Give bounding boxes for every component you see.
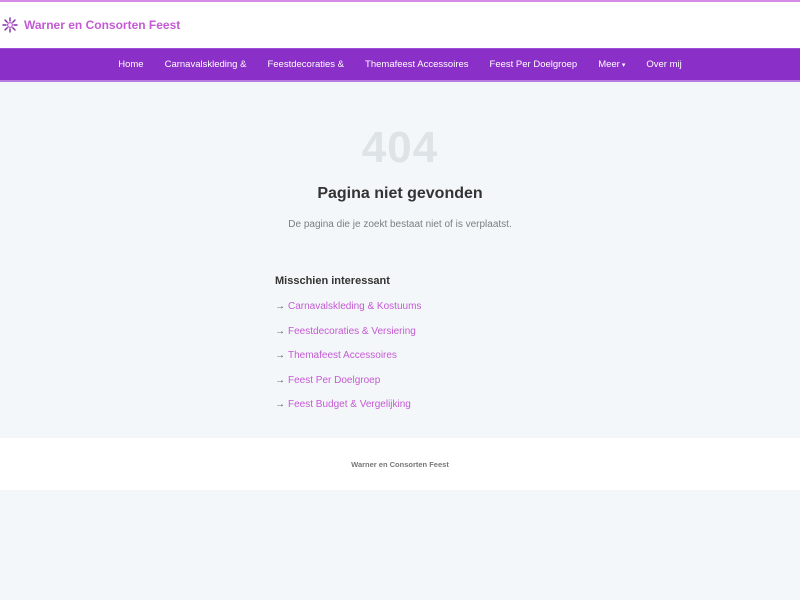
site-header: Warner en Consorten Feest — [0, 2, 800, 48]
sun-sparkle-icon — [2, 17, 18, 33]
site-footer: Warner en Consorten Feest — [0, 438, 800, 490]
brand-link[interactable]: Warner en Consorten Feest — [2, 17, 180, 33]
main-content: 404 Pagina niet gevonden De pagina die j… — [0, 83, 800, 438]
suggestion-link-feest-budget[interactable]: Feest Budget & Vergelijking — [288, 399, 411, 410]
suggestion-link-feest-per-doelgroep[interactable]: Feest Per Doelgroep — [288, 375, 380, 386]
arrow-right-icon: → — [275, 399, 285, 410]
suggestions-list: → Carnavalskleding & Kostuums → Feestdecor… — [275, 301, 535, 424]
list-item: → Feest Budget & Vergelijking — [275, 399, 535, 424]
suggestion-link-themafeest-accessoires[interactable]: Themafeest Accessoires — [288, 350, 397, 361]
suggestions-heading: Misschien interessant — [275, 275, 390, 287]
footer-text: Warner en Consorten Feest — [351, 459, 449, 469]
nav-item-over-mij[interactable]: Over mij — [636, 59, 692, 70]
chevron-down-icon: ▾ — [621, 62, 626, 69]
suggestion-link-feestdecoraties[interactable]: Feestdecoraties & Versiering — [288, 326, 416, 337]
page-title: Pagina niet gevonden — [317, 185, 483, 202]
error-code: 404 — [361, 123, 439, 172]
suggestion-link-carnavalskleding[interactable]: Carnavalskleding & Kostuums — [288, 301, 421, 312]
nav-item-meer-label: Meer — [598, 59, 620, 70]
suggestions-section: Misschien interessant → Carnavalskleding … — [275, 275, 535, 424]
nav-item-meer-dropdown[interactable]: Meer ▾ — [588, 59, 636, 70]
arrow-right-icon: → — [275, 325, 285, 337]
list-item: → Feestdecoraties & Versiering — [275, 326, 535, 351]
list-item: → Feest Per Doelgroep — [275, 375, 535, 400]
nav-item-feest-per-doelgroep[interactable]: Feest Per Doelgroep — [479, 59, 588, 70]
main-navigation: Home Carnavalskleding & Feestdecoraties … — [0, 48, 800, 82]
arrow-right-icon: → — [275, 350, 285, 361]
nav-item-feestdecoraties[interactable]: Feestdecoraties & — [257, 59, 355, 70]
brand-name: Warner en Consorten Feest — [24, 18, 181, 32]
nav-item-carnavalskleding[interactable]: Carnavalskleding & — [154, 59, 257, 70]
list-item: → Carnavalskleding & Kostuums — [275, 301, 535, 326]
list-item: → Themafeest Accessoires — [275, 350, 535, 375]
error-description: De pagina die je zoekt bestaat niet of i… — [288, 219, 512, 230]
arrow-right-icon: → — [275, 374, 285, 386]
nav-item-themafeest-accessoires[interactable]: Themafeest Accessoires — [355, 59, 480, 70]
nav-item-home[interactable]: Home — [108, 59, 154, 70]
arrow-right-icon: → — [275, 301, 285, 312]
